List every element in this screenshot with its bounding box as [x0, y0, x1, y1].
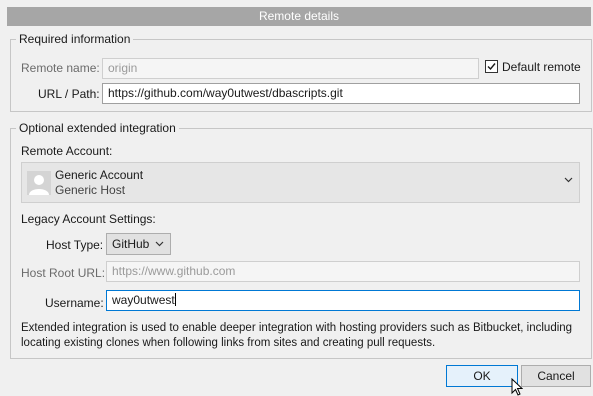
default-remote-checkbox[interactable] [485, 60, 498, 73]
host-type-value: GitHub [112, 237, 150, 251]
username-label: Username: [45, 296, 104, 310]
integration-info-text: Extended integration is used to enable d… [21, 322, 573, 349]
host-root-url-placeholder: https://www.github.com [112, 264, 236, 278]
chevron-down-icon [155, 241, 164, 247]
optional-integration-legend: Optional extended integration [19, 121, 176, 135]
remote-account-label: Remote Account: [21, 144, 113, 158]
username-field[interactable]: way0utwest [106, 290, 580, 311]
host-type-label: Host Type: [46, 238, 104, 252]
ok-button[interactable]: OK [446, 365, 518, 387]
dialog-titlebar: Remote details [0, 0, 593, 34]
url-path-value: https://github.com/way0utwest/dbascripts… [108, 86, 343, 100]
remote-name-value: origin [108, 61, 138, 75]
account-name: Generic Account [55, 168, 144, 182]
dialog-title: Remote details [7, 7, 591, 26]
default-remote-label[interactable]: Default remote [502, 60, 581, 74]
checkmark-icon [487, 63, 496, 71]
text-caret [174, 293, 176, 306]
url-path-field[interactable]: https://github.com/way0utwest/dbascripts… [102, 83, 580, 104]
chevron-down-icon [564, 177, 573, 183]
host-root-url-label: Host Root URL: [21, 266, 106, 280]
remote-name-label: Remote name: [21, 61, 100, 75]
url-path-label: URL / Path: [38, 87, 100, 101]
legacy-settings-label: Legacy Account Settings: [21, 212, 156, 226]
username-value: way0utwest [112, 293, 175, 307]
host-root-url-field[interactable]: https://www.github.com [106, 261, 580, 282]
host-type-select[interactable]: GitHub [106, 233, 171, 255]
cancel-button[interactable]: Cancel [521, 365, 591, 387]
remote-name-field[interactable]: origin [102, 58, 479, 79]
generic-user-avatar-icon [27, 171, 51, 195]
required-info-legend: Required information [19, 32, 131, 46]
remote-account-combobox[interactable]: Generic Account Generic Host [21, 162, 580, 203]
mouse-pointer-icon [511, 378, 523, 396]
account-subtitle: Generic Host [55, 183, 126, 197]
